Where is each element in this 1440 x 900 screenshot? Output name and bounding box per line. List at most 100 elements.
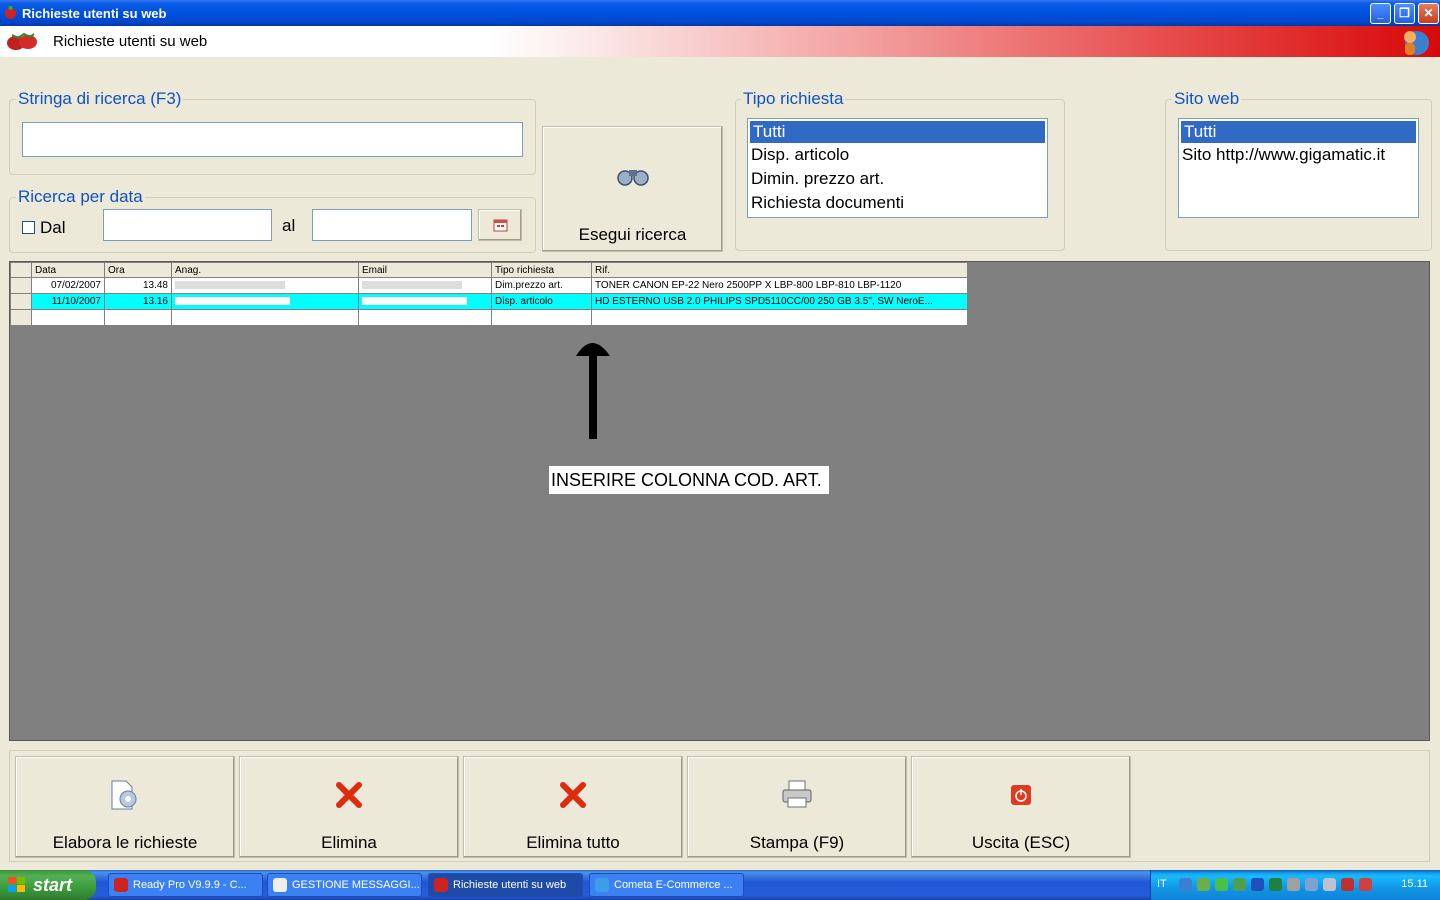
delete-all-label: Elimina tutto bbox=[526, 833, 620, 852]
print-button[interactable]: Stampa (F9) bbox=[687, 756, 907, 858]
grid-header-ora[interactable]: Ora bbox=[104, 262, 172, 278]
cell-empty bbox=[171, 309, 359, 326]
window-title-bar[interactable]: Richieste utenti su web _ ❐ ✕ bbox=[0, 0, 1440, 26]
cell-anag bbox=[171, 293, 359, 310]
tray-antivirus-icon[interactable] bbox=[1341, 878, 1354, 891]
website-list[interactable]: Tutti Sito http://www.gigamatic.it bbox=[1178, 118, 1419, 218]
grid-header-email[interactable]: Email bbox=[358, 262, 492, 278]
grid-header-tipo[interactable]: Tipo richiesta bbox=[491, 262, 592, 278]
cell-rif: TONER CANON EP-22 Nero 2500PP X LBP-800 … bbox=[591, 277, 968, 294]
strawberry-icon bbox=[114, 878, 128, 892]
tray-signal-icon[interactable] bbox=[1269, 878, 1282, 891]
taskbar-item-readypro[interactable]: Ready Pro V9.9.9 - C... bbox=[108, 873, 263, 897]
date-to-input[interactable] bbox=[312, 209, 472, 241]
request-type-item-tutti[interactable]: Tutti bbox=[750, 121, 1045, 143]
taskbar-item-label: Cometa E-Commerce ... bbox=[614, 879, 733, 891]
cell-data: 11/10/2007 bbox=[31, 293, 105, 310]
tray-shield-icon[interactable] bbox=[1359, 878, 1372, 891]
start-button[interactable]: start bbox=[0, 870, 96, 900]
window-title: Richieste utenti su web bbox=[22, 6, 167, 21]
process-requests-label: Elabora le richieste bbox=[52, 833, 198, 852]
minimize-button[interactable]: _ bbox=[1370, 3, 1391, 24]
tray-security-icon[interactable] bbox=[1215, 878, 1228, 891]
row-indicator[interactable] bbox=[10, 277, 32, 294]
calendar-button[interactable] bbox=[478, 209, 522, 241]
run-search-label: Esegui ricerca bbox=[578, 225, 687, 244]
cell-empty bbox=[358, 309, 492, 326]
annotation-arrow-icon bbox=[576, 343, 610, 439]
website-item-gigamatic[interactable]: Sito http://www.gigamatic.it bbox=[1179, 143, 1418, 167]
redacted-email bbox=[362, 297, 467, 306]
cell-data: 07/02/2007 bbox=[31, 277, 105, 294]
start-label: start bbox=[33, 875, 73, 895]
date-from-input[interactable] bbox=[103, 209, 272, 241]
request-type-item-disp[interactable]: Disp. articolo bbox=[748, 143, 1047, 167]
tray-display-icon[interactable] bbox=[1305, 878, 1318, 891]
delete-all-button[interactable]: Elimina tutto bbox=[463, 756, 683, 858]
taskbar-item-richieste[interactable]: Richieste utenti su web bbox=[428, 873, 583, 897]
cell-tipo: Disp. articolo bbox=[491, 293, 592, 310]
row-indicator[interactable] bbox=[10, 293, 32, 310]
grid-header-indicator bbox=[10, 262, 32, 278]
taskbar-item-cometa[interactable]: Cometa E-Commerce ... bbox=[589, 873, 744, 897]
tray-arrow-icon[interactable] bbox=[1179, 878, 1192, 891]
cell-ora: 13.48 bbox=[104, 277, 172, 294]
date-search-group-label: Ricerca per data bbox=[16, 187, 145, 207]
clock: 15.11 bbox=[1401, 878, 1428, 890]
dal-label: Dal bbox=[40, 218, 66, 237]
bluetooth-icon[interactable] bbox=[1251, 878, 1264, 891]
table-row[interactable]: 11/10/2007 13.16 Disp. articolo HD ESTER… bbox=[10, 293, 968, 310]
cell-empty bbox=[31, 309, 105, 326]
results-grid-area[interactable]: Data Ora Anag. Email Tipo richiesta Rif.… bbox=[9, 261, 1430, 741]
printer-icon bbox=[782, 780, 812, 808]
exit-button[interactable]: Uscita (ESC) bbox=[911, 756, 1131, 858]
user-globe-icon bbox=[1404, 31, 1429, 55]
website-label: Sito web bbox=[1172, 89, 1242, 109]
website-item-tutti[interactable]: Tutti bbox=[1181, 121, 1416, 143]
grid-header-row: Data Ora Anag. Email Tipo richiesta Rif. bbox=[10, 262, 968, 278]
windows-flag-icon bbox=[8, 877, 25, 892]
results-grid[interactable]: Data Ora Anag. Email Tipo richiesta Rif.… bbox=[10, 262, 968, 326]
delete-button[interactable]: Elimina bbox=[239, 756, 459, 858]
process-document-icon bbox=[111, 780, 137, 810]
chat-icon bbox=[273, 878, 287, 892]
cell-ora: 13.16 bbox=[104, 293, 172, 310]
grid-header-data[interactable]: Data bbox=[31, 262, 105, 278]
search-input[interactable] bbox=[22, 122, 523, 157]
binoculars-icon bbox=[616, 170, 649, 186]
close-button[interactable]: ✕ bbox=[1418, 3, 1439, 24]
annotation-note: INSERIRE COLONNA COD. ART. bbox=[549, 466, 829, 494]
exit-label: Uscita (ESC) bbox=[971, 833, 1071, 852]
cell-empty bbox=[591, 309, 968, 326]
grid-header-anag[interactable]: Anag. bbox=[171, 262, 359, 278]
cell-email bbox=[358, 293, 492, 310]
internet-explorer-icon bbox=[595, 878, 609, 892]
row-indicator[interactable] bbox=[10, 309, 32, 326]
request-type-item-dimin[interactable]: Dimin. prezzo art. bbox=[748, 167, 1047, 191]
table-row[interactable]: 07/02/2007 13.48 Dim.prezzo art. TONER C… bbox=[10, 277, 968, 294]
grid-header-rif[interactable]: Rif. bbox=[591, 262, 968, 278]
request-type-list[interactable]: Tutti Disp. articolo Dimin. prezzo art. … bbox=[747, 118, 1048, 218]
cell-empty bbox=[104, 309, 172, 326]
language-indicator[interactable]: IT bbox=[1157, 878, 1167, 890]
system-tray: IT 15.11 bbox=[1150, 870, 1440, 900]
cell-tipo: Dim.prezzo art. bbox=[491, 277, 592, 294]
request-type-item-documenti[interactable]: Richiesta documenti bbox=[748, 191, 1047, 215]
power-icon bbox=[1011, 785, 1031, 805]
red-x-icon bbox=[336, 782, 362, 808]
delete-label: Elimina bbox=[321, 833, 377, 852]
run-search-button[interactable]: Esegui ricerca bbox=[542, 126, 723, 252]
restore-button[interactable]: ❐ bbox=[1394, 3, 1415, 24]
app-icon bbox=[4, 5, 17, 20]
process-requests-button[interactable]: Elabora le richieste bbox=[15, 756, 235, 858]
strawberry-logo-icon bbox=[7, 32, 37, 50]
table-row-empty[interactable] bbox=[10, 309, 968, 326]
request-type-label: Tipo richiesta bbox=[741, 89, 846, 109]
taskbar-item-messaggi[interactable]: GESTIONE MESSAGGI... bbox=[267, 873, 422, 897]
cell-empty bbox=[491, 309, 592, 326]
tray-monitor-icon[interactable] bbox=[1323, 878, 1336, 891]
tray-network-icon[interactable] bbox=[1233, 878, 1246, 891]
tray-app-icon[interactable] bbox=[1197, 878, 1210, 891]
dal-checkbox[interactable] bbox=[22, 221, 35, 234]
tray-device-icon[interactable] bbox=[1287, 878, 1300, 891]
